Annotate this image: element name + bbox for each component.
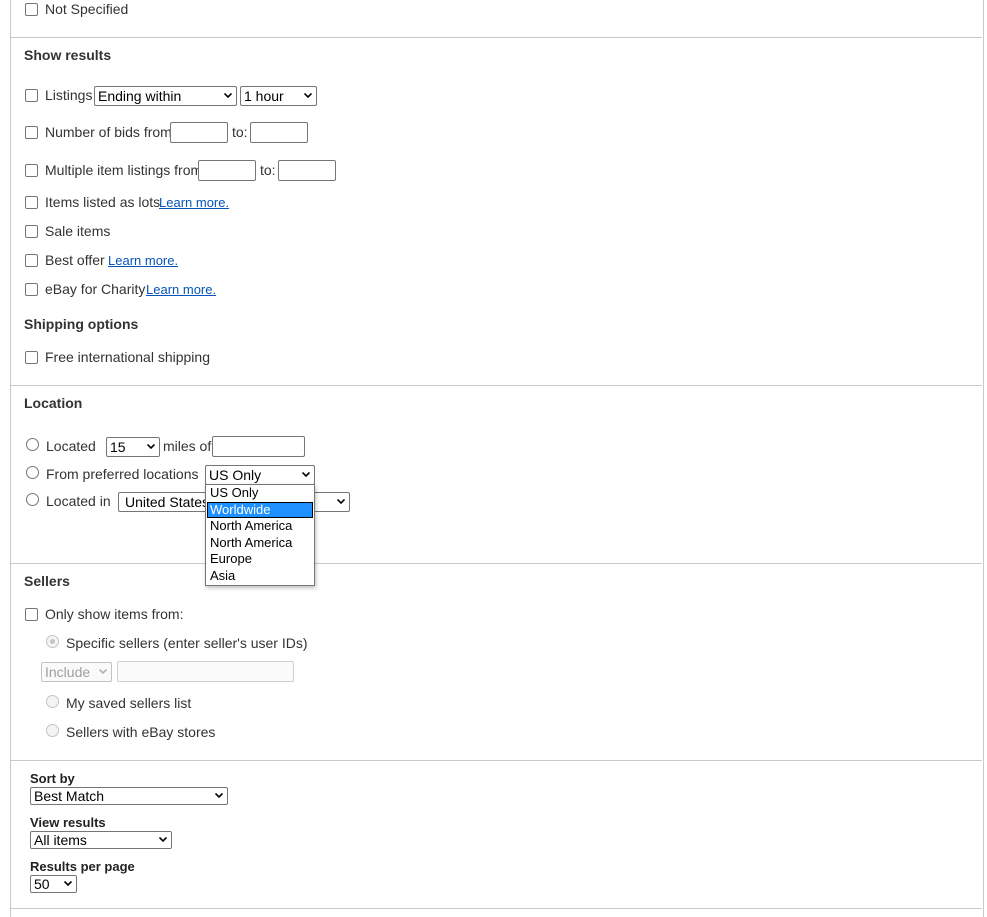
include-value: Include — [45, 664, 91, 680]
preferred-locations-select[interactable]: US Only — [205, 465, 315, 485]
dropdown-option[interactable]: US Only — [207, 485, 313, 501]
listings-label: Listings — [45, 87, 93, 103]
chevron-down-icon — [64, 881, 72, 886]
best-offer-learn-more-link[interactable]: Learn more. — [108, 253, 178, 268]
listings-type-select[interactable]: Ending within — [94, 86, 237, 106]
best-offer-checkbox[interactable] — [25, 254, 38, 267]
lots-learn-more-link[interactable]: Learn more. — [159, 195, 229, 210]
dropdown-option[interactable]: North America — [207, 518, 313, 534]
sellers-heading: Sellers — [24, 573, 70, 589]
lots-label: Items listed as lots — [45, 194, 161, 210]
chevron-down-icon — [302, 472, 310, 477]
chevron-down-icon — [224, 93, 232, 98]
located-in-value: United States — [125, 494, 210, 510]
show-results-heading: Show results — [24, 47, 112, 63]
include-select[interactable]: Include — [41, 662, 112, 682]
not-specified-label: Not Specified — [45, 1, 129, 17]
chevron-down-icon — [99, 669, 107, 674]
listings-checkbox[interactable] — [25, 89, 38, 102]
best-offer-label: Best offer — [45, 252, 105, 268]
not-specified-checkbox[interactable] — [25, 3, 38, 16]
sort-by-select[interactable]: Best Match — [30, 787, 228, 805]
results-per-page-value: 50 — [34, 876, 50, 892]
listings-time-value: 1 hour — [244, 88, 284, 104]
chevron-down-icon — [337, 499, 345, 504]
divider — [10, 385, 982, 386]
multi-to-label: to: — [260, 162, 276, 178]
view-results-value: All items — [34, 832, 87, 848]
sale-items-label: Sale items — [45, 223, 111, 239]
lots-checkbox[interactable] — [25, 196, 38, 209]
specific-sellers-label: Specific sellers (enter seller's user ID… — [66, 635, 308, 651]
view-results-label: View results — [30, 815, 106, 830]
preferred-locations-value: US Only — [209, 467, 262, 483]
miles-value: 15 — [110, 439, 126, 455]
results-per-page-select[interactable]: 50 — [30, 875, 77, 893]
preferred-locations-radio[interactable] — [26, 466, 39, 479]
dropdown-option[interactable]: North America — [207, 535, 313, 551]
charity-label: eBay for Charity — [45, 281, 146, 297]
free-intl-label: Free international shipping — [45, 349, 210, 365]
dropdown-option[interactable]: Europe — [207, 551, 313, 567]
chevron-down-icon — [304, 93, 312, 98]
bids-from-input[interactable] — [170, 122, 228, 143]
results-per-page-label: Results per page — [30, 859, 135, 874]
divider — [10, 908, 982, 909]
miles-select[interactable]: 15 — [106, 437, 160, 457]
located-in-radio[interactable] — [26, 493, 39, 506]
free-intl-checkbox[interactable] — [25, 351, 38, 364]
preferred-locations-dropdown: US Only Worldwide North America North Am… — [205, 484, 315, 586]
sort-by-label: Sort by — [30, 771, 75, 786]
multi-item-label: Multiple item listings from: — [45, 162, 207, 178]
bids-label: Number of bids from: — [45, 124, 176, 140]
located-in-label: Located in — [46, 493, 111, 509]
location-heading: Location — [24, 395, 83, 411]
bids-checkbox[interactable] — [25, 126, 38, 139]
only-show-checkbox[interactable] — [25, 608, 38, 621]
multi-item-checkbox[interactable] — [25, 164, 38, 177]
chevron-down-icon — [215, 793, 223, 798]
view-results-select[interactable]: All items — [30, 831, 172, 849]
miles-of-label: miles of — [163, 438, 212, 454]
multi-to-input[interactable] — [278, 160, 336, 181]
located-label: Located — [46, 438, 96, 454]
zip-input[interactable] — [212, 436, 305, 457]
saved-sellers-label: My saved sellers list — [66, 695, 192, 711]
chevron-down-icon — [159, 837, 167, 842]
divider — [10, 760, 982, 761]
preferred-locations-label: From preferred locations — [46, 466, 199, 482]
ebay-stores-radio[interactable] — [46, 724, 59, 737]
listings-type-value: Ending within — [98, 88, 182, 104]
bids-to-label: to: — [232, 124, 248, 140]
dropdown-option[interactable]: Asia — [207, 568, 313, 584]
bids-to-input[interactable] — [250, 122, 308, 143]
divider — [10, 563, 982, 564]
saved-sellers-radio[interactable] — [46, 695, 59, 708]
seller-ids-input[interactable] — [117, 661, 294, 682]
listings-time-select[interactable]: 1 hour — [240, 86, 317, 106]
located-radio[interactable] — [26, 438, 39, 451]
dropdown-option-highlighted[interactable]: Worldwide — [207, 502, 313, 518]
sale-items-checkbox[interactable] — [25, 225, 38, 238]
ebay-stores-label: Sellers with eBay stores — [66, 724, 216, 740]
shipping-heading: Shipping options — [24, 316, 139, 332]
sort-by-value: Best Match — [34, 788, 105, 804]
only-show-label: Only show items from: — [45, 606, 184, 622]
multi-from-input[interactable] — [198, 160, 256, 181]
specific-sellers-radio[interactable] — [46, 635, 59, 648]
charity-checkbox[interactable] — [25, 283, 38, 296]
chevron-down-icon — [147, 444, 155, 449]
charity-learn-more-link[interactable]: Learn more. — [146, 282, 216, 297]
divider — [10, 37, 982, 38]
